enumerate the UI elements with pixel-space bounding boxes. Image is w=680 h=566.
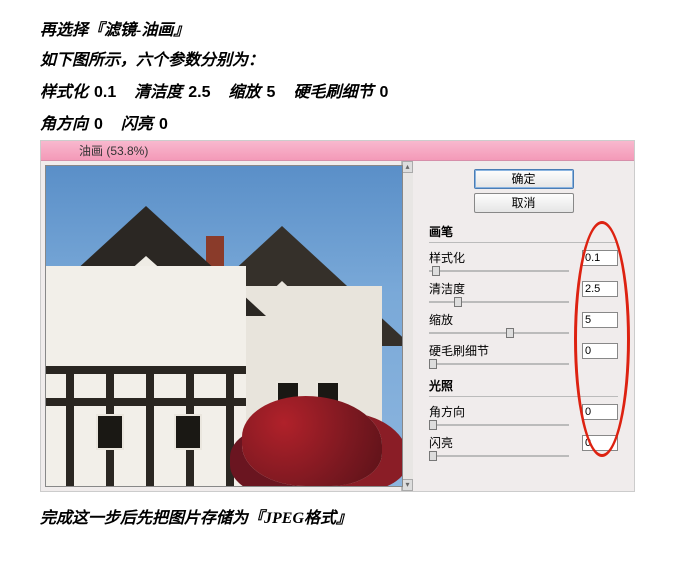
scale-label: 缩放 xyxy=(429,311,453,328)
scroll-down-icon[interactable]: ▾ xyxy=(402,479,413,491)
angle-label: 角方向 xyxy=(429,403,465,420)
bristle-slider[interactable] xyxy=(429,361,569,367)
ok-button[interactable]: 确定 xyxy=(474,169,574,189)
cleanliness-slider[interactable] xyxy=(429,299,569,305)
scale-slider[interactable] xyxy=(429,330,569,336)
cancel-button[interactable]: 取消 xyxy=(474,193,574,213)
instruction-line-2: 如下图所示，六个参数分别为： xyxy=(40,46,640,70)
stylization-input[interactable] xyxy=(582,250,618,266)
instruction-outro: 完成这一步后先把图片存储为『JPEG格式』 xyxy=(40,504,640,528)
param-summary-row-2: 角方向0 闪亮0 xyxy=(40,110,640,134)
stylization-label: 样式化 xyxy=(429,249,465,266)
shine-slider[interactable] xyxy=(429,453,569,459)
group-lighting-title: 光照 xyxy=(429,377,618,397)
oil-paint-dialog: 油画 (53.8%) xyxy=(40,140,635,492)
param-scale: 缩放 xyxy=(429,311,618,328)
bristle-input[interactable] xyxy=(582,343,618,359)
group-brush-title: 画笔 xyxy=(429,223,618,243)
param-bristle: 硬毛刷细节 xyxy=(429,342,618,359)
scroll-up-icon[interactable]: ▴ xyxy=(402,161,413,173)
dialog-title: 油画 (53.8%) xyxy=(79,142,148,159)
angle-slider[interactable] xyxy=(429,422,569,428)
preview-canvas[interactable] xyxy=(45,165,403,487)
param-stylization: 样式化 xyxy=(429,249,618,266)
instruction-line-1: 再选择『滤镜-油画』 xyxy=(40,16,640,40)
scale-input[interactable] xyxy=(582,312,618,328)
param-summary-row-1: 样式化0.1 清洁度2.5 缩放5 硬毛刷细节0 xyxy=(40,78,640,102)
bristle-label: 硬毛刷细节 xyxy=(429,342,489,359)
param-shine: 闪亮 xyxy=(429,434,618,451)
controls-panel: 确定 取消 画笔 样式化 清洁度 缩放 硬毛刷细节 xyxy=(413,161,634,491)
dialog-titlebar[interactable]: 油画 (53.8%) xyxy=(41,141,634,161)
stylization-slider[interactable] xyxy=(429,268,569,274)
param-cleanliness: 清洁度 xyxy=(429,280,618,297)
angle-input[interactable] xyxy=(582,404,618,420)
shine-label: 闪亮 xyxy=(429,434,453,451)
param-angle: 角方向 xyxy=(429,403,618,420)
cleanliness-label: 清洁度 xyxy=(429,280,465,297)
shine-input[interactable] xyxy=(582,435,618,451)
cleanliness-input[interactable] xyxy=(582,281,618,297)
